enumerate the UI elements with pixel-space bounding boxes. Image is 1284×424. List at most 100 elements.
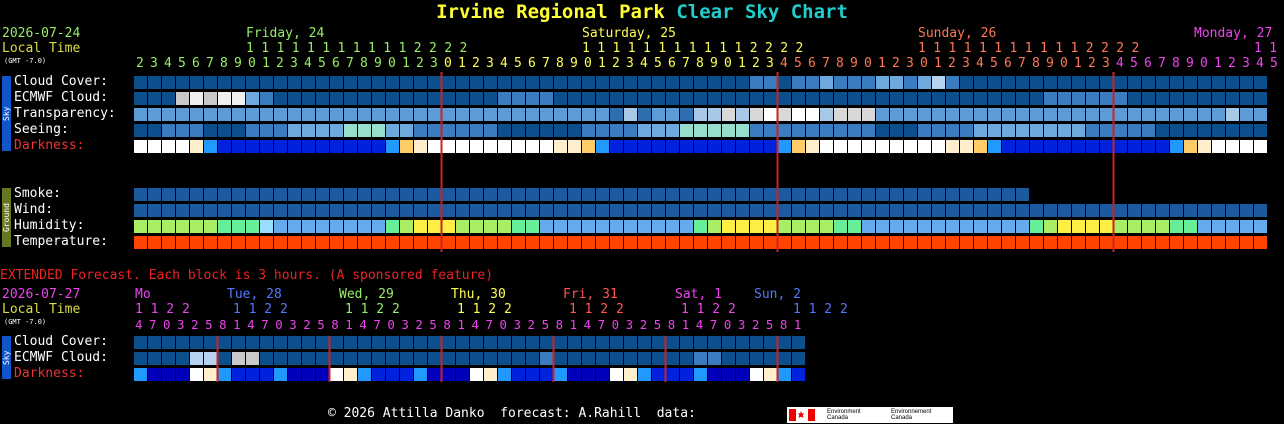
seeing-block (1170, 124, 1183, 137)
wind-block (358, 204, 371, 217)
humidity-block (652, 220, 665, 233)
seeing-block (694, 124, 707, 137)
darkness-block (974, 140, 987, 153)
smoke-block (568, 188, 581, 201)
seeing-block (1226, 124, 1239, 137)
temperature-block (582, 236, 595, 249)
temperature-block (330, 236, 343, 249)
cloud-cover-block (1156, 76, 1169, 89)
temperature-block (1226, 236, 1239, 249)
ext-darkness-block (386, 368, 399, 381)
humidity-block (946, 220, 959, 233)
ecmwf-cloud-block (1086, 92, 1099, 105)
transparency-block (554, 108, 567, 121)
temperature-block (624, 236, 637, 249)
seeing-block (358, 124, 371, 137)
ecmwf-cloud-block (666, 92, 679, 105)
seeing-block (904, 124, 917, 137)
ext-cloud-cover-block (162, 336, 175, 349)
ecmwf-cloud-block (988, 92, 1001, 105)
smoke-block (946, 188, 959, 201)
ecmwf-cloud-block (1170, 92, 1183, 105)
cloud-cover-block (918, 76, 931, 89)
seeing-block (372, 124, 385, 137)
seeing-block (288, 124, 301, 137)
ext-midnight-marker (552, 336, 555, 382)
seeing-block (148, 124, 161, 137)
wind-block (330, 204, 343, 217)
seeing-block (1086, 124, 1099, 137)
ecmwf-cloud-block (1198, 92, 1211, 105)
cloud-cover-block (1030, 76, 1043, 89)
humidity-block (834, 220, 847, 233)
humidity-block (400, 220, 413, 233)
darkness-block (722, 140, 735, 153)
wind-block (708, 204, 721, 217)
cloud-cover-block (274, 76, 287, 89)
ecmwf-cloud-block (736, 92, 749, 105)
ext-ecmwf-cloud-block (638, 352, 651, 365)
ext-darkness-block (176, 368, 189, 381)
ext-ecmwf-cloud-block (540, 352, 553, 365)
smoke-block (540, 188, 553, 201)
wind-block (148, 204, 161, 217)
wind-block (652, 204, 665, 217)
ext-darkness-block (708, 368, 721, 381)
darkness-block (428, 140, 441, 153)
seeing-block (414, 124, 427, 137)
smoke-block (848, 188, 861, 201)
cloud-cover-block (414, 76, 427, 89)
cloud-cover-block (946, 76, 959, 89)
smoke-block (512, 188, 525, 201)
ecmwf-cloud-block (372, 92, 385, 105)
humidity-block (1212, 220, 1225, 233)
wind-block (316, 204, 329, 217)
humidity-block (274, 220, 287, 233)
darkness-block (260, 140, 273, 153)
wind-block (414, 204, 427, 217)
seeing-block (638, 124, 651, 137)
temperature-block (890, 236, 903, 249)
smoke-block (778, 188, 791, 201)
darkness-block (1058, 140, 1071, 153)
cloud-cover-block (526, 76, 539, 89)
ecmwf-cloud-block (288, 92, 301, 105)
ext-darkness-block (470, 368, 483, 381)
temperature-block (778, 236, 791, 249)
temperature-block (1086, 236, 1099, 249)
ext-cloud-cover-block (190, 336, 203, 349)
wind-block (1016, 204, 1029, 217)
temperature-block (260, 236, 273, 249)
humidity-block (456, 220, 469, 233)
ext-cloud-cover-block (722, 336, 735, 349)
ecmwf-cloud-block (596, 92, 609, 105)
transparency-block (862, 108, 875, 121)
smoke-block (302, 188, 315, 201)
seeing-block (442, 124, 455, 137)
humidity-block (610, 220, 623, 233)
smoke-block (386, 188, 399, 201)
temperature-block (904, 236, 917, 249)
temperature-block (834, 236, 847, 249)
humidity-block (932, 220, 945, 233)
ext-cloud-cover-block (694, 336, 707, 349)
ecmwf-cloud-block (134, 92, 147, 105)
wind-block (1072, 204, 1085, 217)
temperature-block (512, 236, 525, 249)
wind-block (162, 204, 175, 217)
wind-block (372, 204, 385, 217)
wind-block (610, 204, 623, 217)
cloud-cover-block (1016, 76, 1029, 89)
ext-darkness-block (218, 368, 231, 381)
seeing-block (246, 124, 259, 137)
wind-block (736, 204, 749, 217)
ecmwf-cloud-block (414, 92, 427, 105)
smoke-block (316, 188, 329, 201)
humidity-block (386, 220, 399, 233)
wind-block (344, 204, 357, 217)
transparency-block (1100, 108, 1113, 121)
wind-block (428, 204, 441, 217)
temperature-block (134, 236, 147, 249)
humidity-block (708, 220, 721, 233)
ecmwf-cloud-block (302, 92, 315, 105)
